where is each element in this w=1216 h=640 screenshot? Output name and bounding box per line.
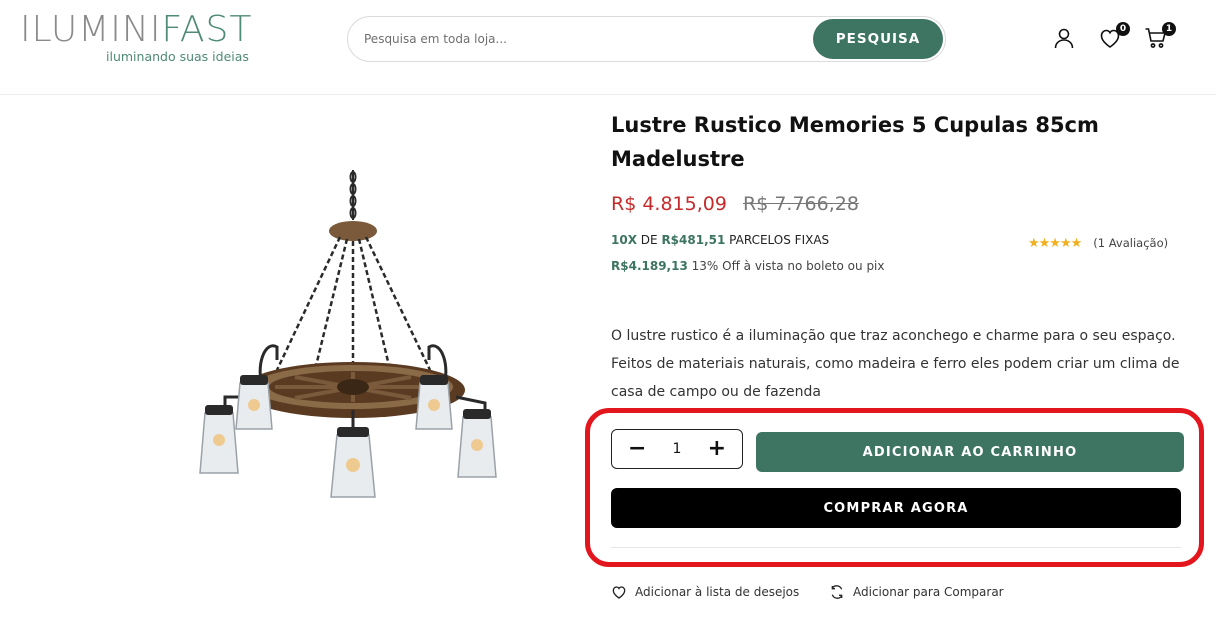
add-to-compare-label: Adicionar para Comparar [853, 585, 1004, 599]
logo-wordmark: ILUMINIFAST [20, 10, 252, 50]
search-input[interactable] [364, 17, 804, 61]
quantity-decrease-button[interactable]: − [628, 438, 646, 460]
quantity-increase-button[interactable]: + [708, 438, 726, 460]
rating-count[interactable]: (1 Avaliação) [1093, 236, 1168, 250]
installments-suffix: PARCELOS FIXAS [729, 233, 830, 247]
installments-value: R$481,51 [661, 233, 726, 247]
price-row: R$ 4.815,09 R$ 7.766,28 [611, 193, 859, 215]
installments-info: 10X DE R$481,51 PARCELOS FIXAS [611, 233, 829, 247]
search-button[interactable]: PESQUISA [813, 19, 943, 59]
cash-price: R$4.189,13 [611, 259, 688, 273]
installments-count: 10X [611, 233, 637, 247]
product-description: O lustre rustico é a iluminação que traz… [611, 328, 1180, 400]
logo-wordmark-part2: FAST [161, 9, 253, 50]
add-to-wishlist-label: Adicionar à lista de desejos [635, 585, 800, 599]
cart-count-badge: 1 [1162, 22, 1176, 36]
product-rating[interactable]: ★★★★★ (1 Avaliação) [1028, 235, 1168, 251]
search-bar: PESQUISA [347, 16, 946, 62]
divider [611, 547, 1181, 548]
rating-stars: ★★★★★ [1028, 235, 1082, 250]
add-to-compare-link[interactable]: Adicionar para Comparar [829, 584, 1004, 600]
store-logo[interactable]: ILUMINIFAST iluminando suas ideias [20, 10, 252, 65]
cash-price-info: R$4.189,13 13% Off à vista no boleto ou … [611, 259, 885, 273]
compare-icon [831, 585, 843, 599]
add-to-wishlist-link[interactable]: Adicionar à lista de desejos [611, 584, 799, 600]
logo-tagline: iluminando suas ideias [106, 49, 249, 64]
logo-wordmark-part1: ILUMINI [20, 9, 162, 50]
cash-note: 13% Off à vista no boleto ou pix [691, 259, 885, 273]
site-header: ILUMINIFAST iluminando suas ideias PESQU… [0, 0, 1216, 95]
sale-price: R$ 4.815,09 [611, 193, 727, 215]
buy-now-button[interactable]: COMPRAR AGORA [611, 488, 1181, 528]
installments-of: DE [640, 233, 658, 247]
wishlist-count-badge: 0 [1116, 22, 1130, 36]
user-icon [1054, 28, 1074, 49]
product-image[interactable] [185, 165, 525, 505]
wishlist-button[interactable]: 0 [1098, 22, 1130, 52]
heart-icon [612, 586, 626, 599]
quantity-input[interactable] [662, 441, 692, 457]
add-to-cart-button[interactable]: ADICIONAR AO CARRINHO [756, 432, 1184, 472]
account-button[interactable] [1052, 26, 1078, 52]
product-title: Lustre Rustico Memories 5 Cupulas 85cm M… [611, 113, 1099, 171]
original-price: R$ 7.766,28 [743, 193, 859, 215]
cart-button[interactable]: 1 [1144, 22, 1176, 52]
quantity-stepper: − + [611, 429, 743, 469]
